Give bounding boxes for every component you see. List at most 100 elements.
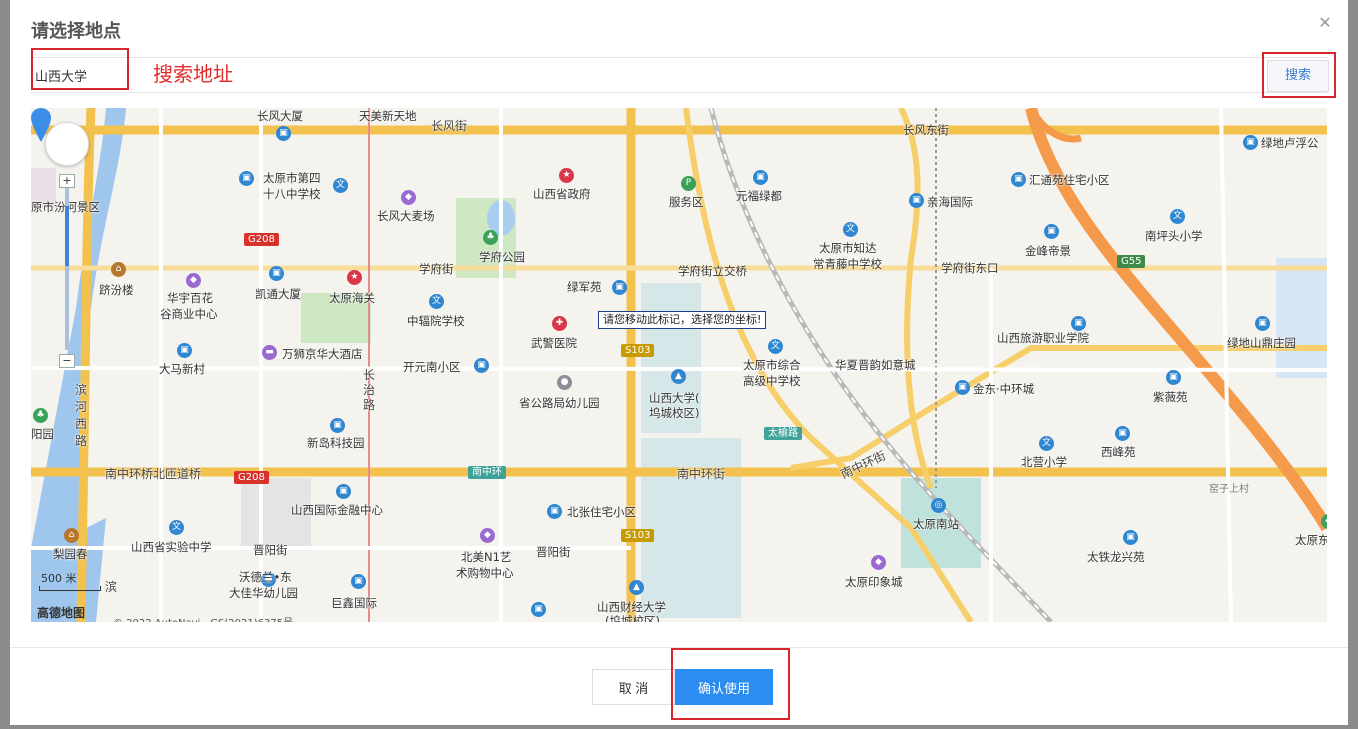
building-icon[interactable]: ▣ [276,126,291,141]
shopping-icon[interactable]: ◆ [480,528,495,543]
map-canvas[interactable]: ▣ ▣ 文 ★ P ▣ ◆ ▣ ▣ ▣ 文 文 ▣ ♣ ⌂ ◆ ▣ ★ ▣ 文 … [31,108,1327,622]
map-label: 绿地卢浮公 [1261,136,1319,150]
building-icon[interactable]: ▣ [955,380,970,395]
map-label: 滨 [105,580,118,594]
building-icon[interactable]: ▣ [351,574,366,589]
map-label: 坞城校区) [649,406,700,420]
map-label: 长风大厦 [257,109,303,123]
map-label: 高级中学校 [743,374,801,388]
building-icon[interactable]: ▣ [474,358,489,373]
map-label: (坞城校区) [605,614,660,622]
map-label: 武警医院 [531,336,577,350]
hospital-icon[interactable]: ✚ [552,316,567,331]
building-icon[interactable]: ▣ [1011,172,1026,187]
map-copyright: © 2022 AutoNavi - GS(2021)6375号 [113,614,293,622]
map-label: 元福绿都 [736,189,782,203]
map-label: 常青藤中学校 [813,257,882,271]
map-roads [31,108,1327,622]
road-badge: G208 [244,233,279,246]
footer-divider [10,647,1348,648]
building-icon[interactable]: ▣ [1243,135,1258,150]
search-input[interactable] [35,64,145,86]
school-icon[interactable]: 文 [169,520,184,535]
map-label: 北美N1艺 [461,550,512,564]
map-label: 窑子上村 [1209,484,1249,495]
map-label: 华宇百花 [167,291,213,305]
map-label: 学府公园 [479,250,525,264]
building-icon[interactable]: ▣ [177,343,192,358]
railway-station-icon[interactable]: ◎ [931,498,946,513]
building-icon[interactable]: ▣ [1123,530,1138,545]
service-area-icon[interactable]: P [681,176,696,191]
map-label: 路 [363,398,376,412]
building-icon[interactable]: ▣ [1255,316,1270,331]
map-label: 华夏晋韵如意城 [835,358,916,372]
shopping-icon[interactable]: ◆ [186,273,201,288]
customs-icon[interactable]: ★ [347,270,362,285]
map-label: 亲海国际 [927,195,973,209]
school-icon[interactable]: 文 [429,294,444,309]
map-label: 凯通大厦 [255,287,301,301]
building-icon[interactable]: ▣ [531,602,546,617]
search-button[interactable]: 搜索 [1267,60,1329,92]
school-icon[interactable]: 文 [1039,436,1054,451]
school-icon[interactable]: 文 [843,222,858,237]
cancel-button[interactable]: 取 消 [592,669,675,705]
map-label: 学府街东口 [941,261,999,275]
zoom-in-button[interactable]: + [59,174,75,188]
building-icon[interactable]: ▣ [909,193,924,208]
building-icon[interactable]: ▣ [269,266,284,281]
map-pan-control[interactable] [45,122,89,166]
map-label: 长风东街 [903,123,949,137]
search-hint-annotation: 搜索地址 [153,62,233,86]
school-icon[interactable]: 文 [333,178,348,193]
university-icon[interactable]: ▲ [629,580,644,595]
building-icon[interactable]: ▣ [1044,224,1059,239]
map-label: 晋阳街 [253,543,288,557]
close-icon[interactable]: ✕ [1316,14,1334,32]
shopping-icon[interactable]: ◆ [401,190,416,205]
building-icon[interactable]: ▣ [336,484,351,499]
building-icon[interactable]: ▣ [239,171,254,186]
confirm-button[interactable]: 确认使用 [675,669,773,705]
government-icon[interactable]: ★ [559,168,574,183]
university-icon[interactable]: ▲ [671,369,686,384]
building-icon[interactable]: ▣ [612,280,627,295]
landmark-icon[interactable]: ⌂ [111,262,126,277]
map-label: 太原海关 [329,291,375,305]
building-icon[interactable]: ▣ [547,504,562,519]
map-label: 北营小学 [1021,455,1067,469]
map-label: 南中环街 [677,467,726,481]
map-label: 紫薇苑 [1153,390,1188,404]
map-label: 太原东 [1295,533,1327,547]
map-label: 太原市知达 [819,241,877,255]
building-icon[interactable]: ▣ [1166,370,1181,385]
map-label: 服务区 [669,195,704,209]
select-location-dialog: 请选择地点 ✕ 搜索地址 搜索 [10,0,1348,725]
shopping-icon[interactable]: ◆ [871,555,886,570]
road-badge: 南中环 [468,466,506,479]
school-icon[interactable]: 文 [768,339,783,354]
dialog-title: 请选择地点 [31,21,121,42]
hotel-icon[interactable]: ▬ [262,345,277,360]
map-label: 山西省政府 [533,187,591,201]
building-icon[interactable]: ▣ [1071,316,1086,331]
park-icon[interactable]: ♣ [483,230,498,245]
map-label: 山西国际金融中心 [291,503,383,517]
map-label: 路 [75,434,88,448]
building-icon[interactable]: ▣ [1115,426,1130,441]
map-label: 大马新村 [159,362,205,376]
map-label: 绿地山鼎庄园 [1227,336,1296,350]
landmark-icon[interactable]: ⌂ [64,528,79,543]
building-icon[interactable]: ▣ [330,418,345,433]
map-label: 长风大麦场 [377,209,435,223]
road-badge: S103 [621,344,655,357]
zoom-out-button[interactable]: − [59,354,75,368]
building-icon[interactable]: ▣ [753,170,768,185]
road-badge: G208 [234,471,269,484]
kindergarten-icon[interactable]: ● [557,375,572,390]
map-label: 西 [75,417,88,431]
park-icon[interactable]: ♣ [33,408,48,423]
school-icon[interactable]: 文 [1170,209,1185,224]
map-label: 山西旅游职业学院 [997,331,1089,345]
